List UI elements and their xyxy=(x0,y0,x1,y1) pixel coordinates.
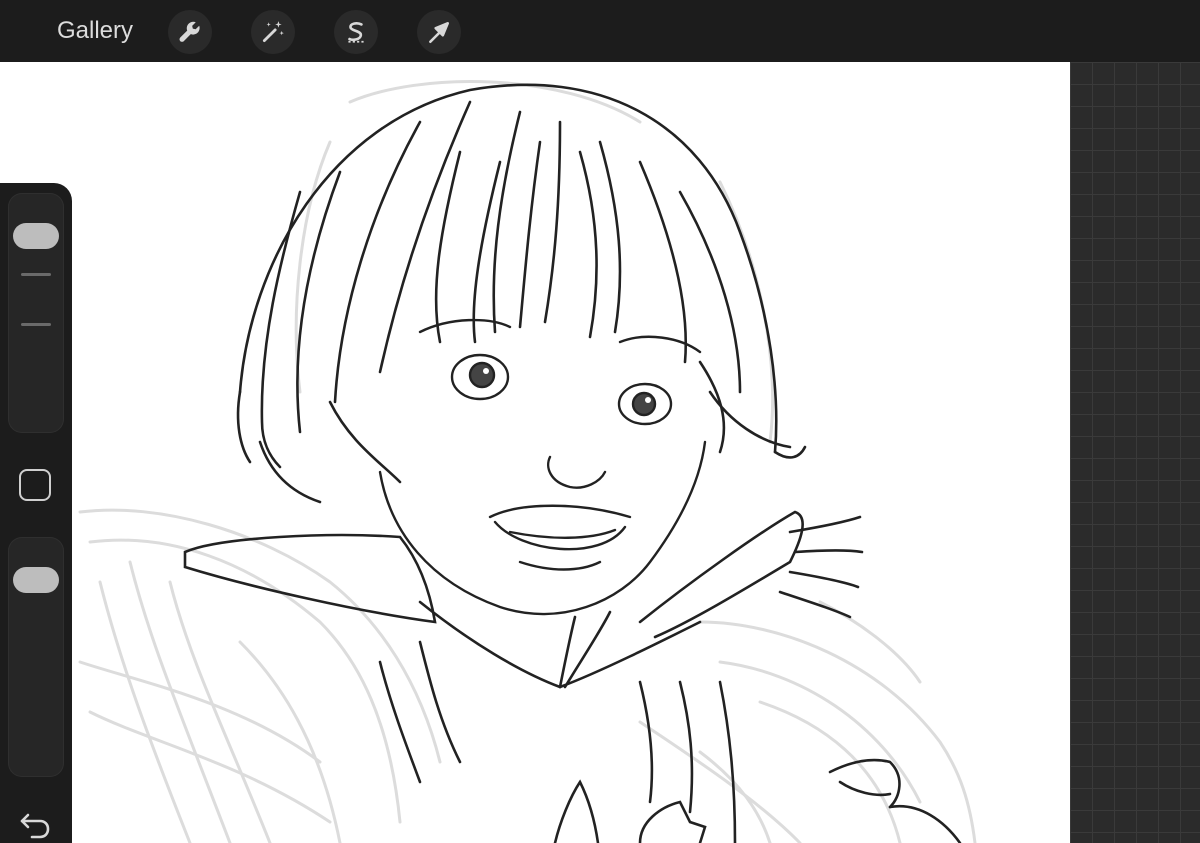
adjustments-button[interactable] xyxy=(251,10,295,54)
undo-button[interactable] xyxy=(18,811,54,839)
top-toolbar: Gallery xyxy=(0,0,1200,62)
opacity-slider[interactable] xyxy=(8,537,64,777)
gallery-button[interactable]: Gallery xyxy=(57,15,133,47)
slider-marker xyxy=(21,273,51,276)
workspace-grid xyxy=(1070,62,1200,843)
sidebar xyxy=(0,183,72,843)
undo-icon xyxy=(20,813,50,839)
selection-button[interactable] xyxy=(334,10,378,54)
slider-marker xyxy=(21,323,51,326)
sketch-artwork xyxy=(78,80,977,843)
arrow-icon xyxy=(429,22,449,44)
line-art-layer xyxy=(236,83,807,504)
actions-button[interactable] xyxy=(168,10,212,54)
drawing-canvas[interactable] xyxy=(0,62,1070,843)
brush-size-slider[interactable] xyxy=(8,193,64,433)
wrench-icon xyxy=(179,21,200,42)
brush-size-slider-handle[interactable] xyxy=(13,222,59,249)
rough-sketch-layer xyxy=(78,80,977,843)
transform-button[interactable] xyxy=(417,10,461,54)
modify-button[interactable] xyxy=(19,469,51,501)
opacity-slider-handle[interactable] xyxy=(13,566,59,593)
magic-wand-icon xyxy=(262,21,284,43)
selection-s-icon xyxy=(348,22,364,43)
